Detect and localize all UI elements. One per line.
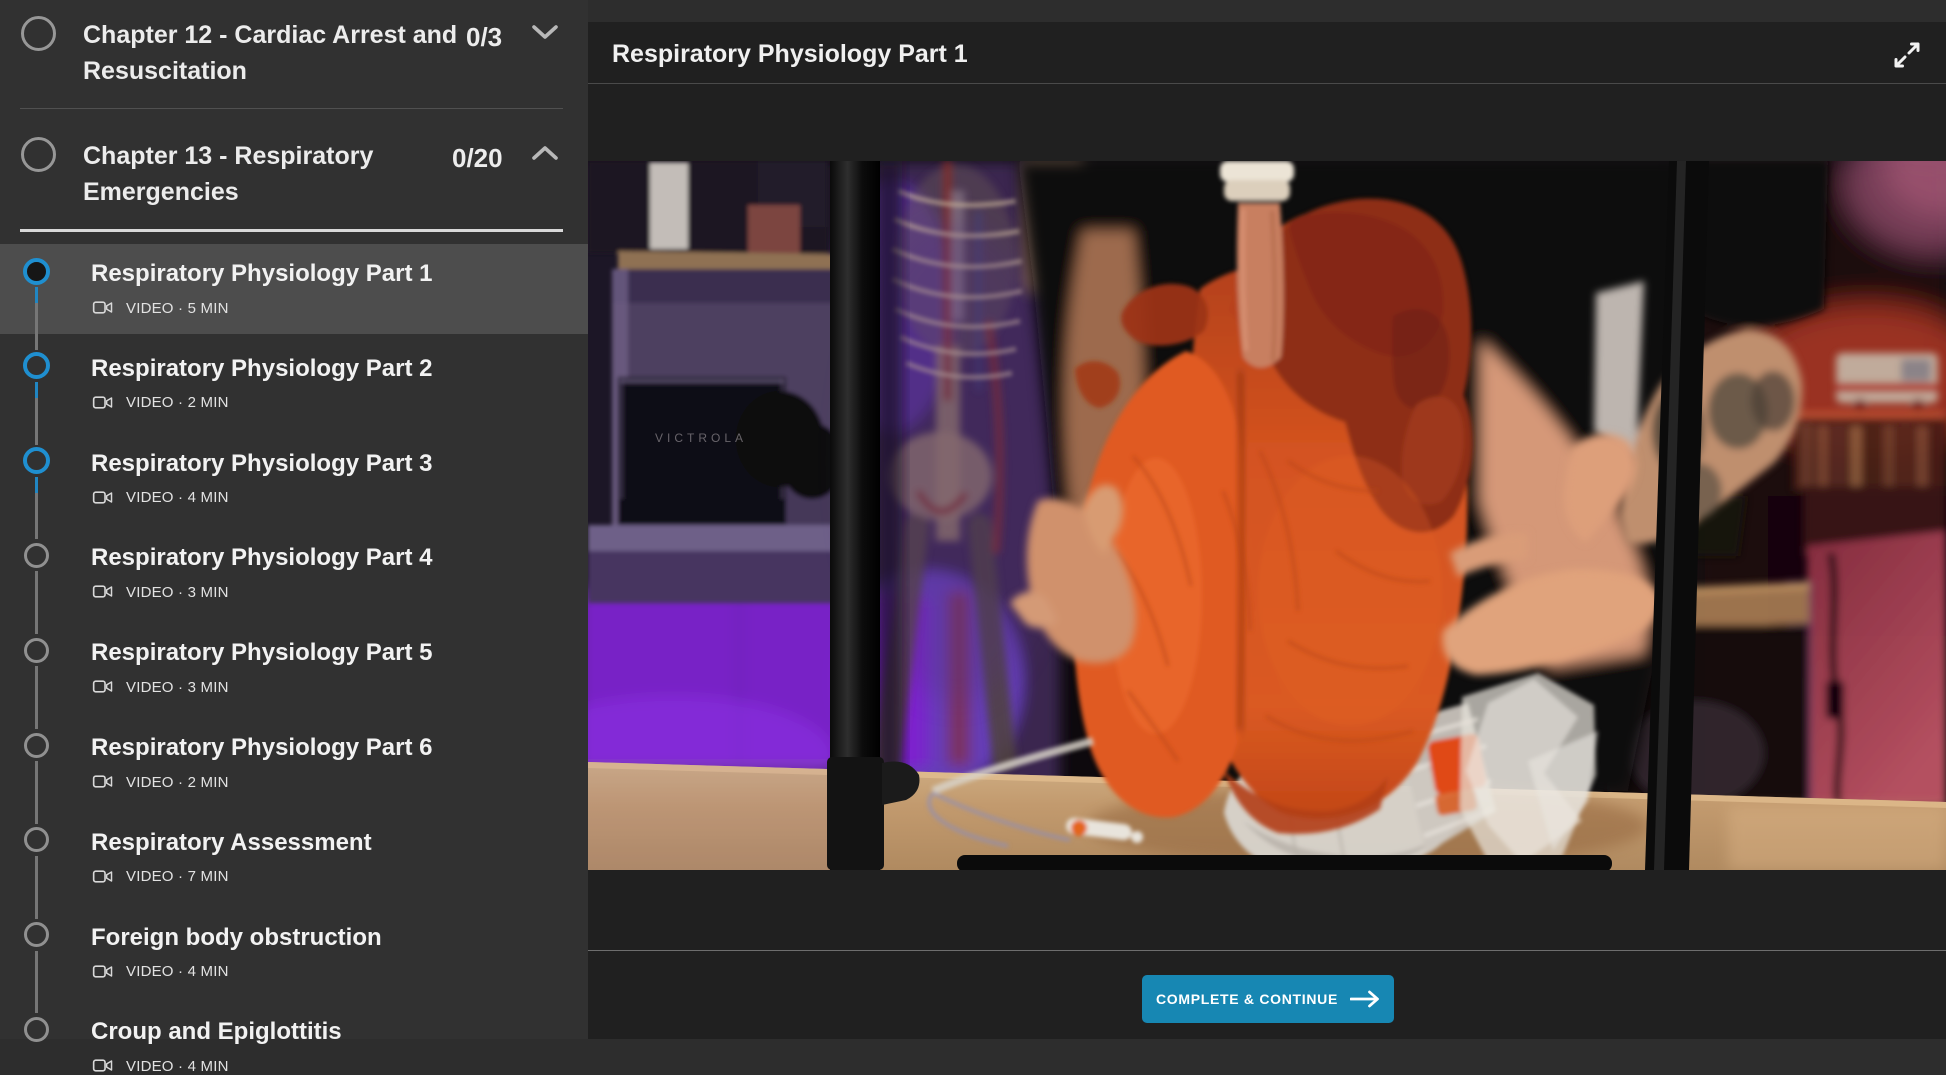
svg-text:VICTROLA: VICTROLA xyxy=(655,431,747,445)
